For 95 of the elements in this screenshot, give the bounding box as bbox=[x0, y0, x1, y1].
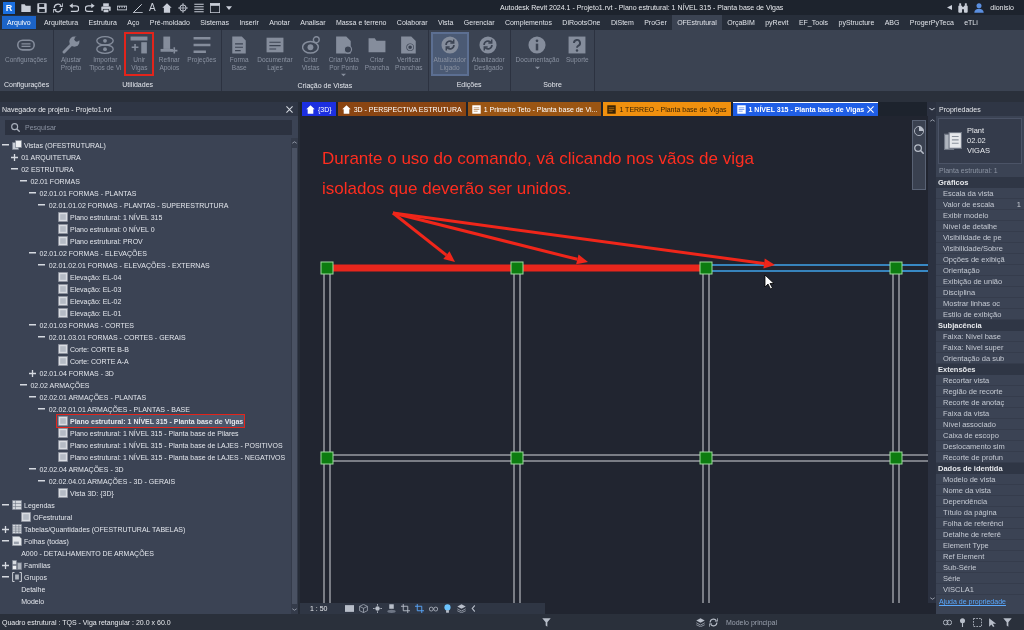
beam[interactable] bbox=[901, 264, 928, 272]
shadow-icon[interactable] bbox=[386, 604, 396, 613]
page-icon bbox=[58, 488, 68, 498]
annotation-text: Durante o uso do comando, vá clicando nos vãos de viga isolados que deverão ser unidos. bbox=[322, 148, 755, 200]
crop-icon[interactable] bbox=[400, 604, 410, 613]
tab-list-button[interactable] bbox=[927, 102, 936, 116]
chevron-up-icon[interactable] bbox=[929, 119, 935, 122]
column bbox=[510, 261, 524, 275]
close-icon[interactable] bbox=[286, 105, 293, 113]
column bbox=[699, 451, 713, 465]
target-icon[interactable] bbox=[177, 2, 188, 13]
beam-icon bbox=[130, 36, 149, 54]
chevron-down-icon[interactable] bbox=[928, 107, 935, 111]
column bbox=[889, 261, 903, 275]
help-icon bbox=[568, 36, 587, 54]
caret-left-icon[interactable] bbox=[947, 5, 953, 10]
sync-icon[interactable] bbox=[53, 2, 63, 13]
column bbox=[510, 451, 524, 465]
search-icon bbox=[11, 123, 20, 132]
page-icon bbox=[607, 104, 617, 114]
column bbox=[699, 261, 713, 275]
rectangle-icon[interactable] bbox=[344, 604, 354, 613]
stacked-pages-icon bbox=[12, 140, 22, 150]
bulb-icon[interactable] bbox=[442, 604, 452, 613]
refresh-icon bbox=[440, 36, 459, 54]
select-box-icon[interactable] bbox=[973, 617, 982, 627]
filter-icon[interactable] bbox=[1003, 617, 1012, 627]
undo-icon[interactable] bbox=[69, 2, 79, 13]
pillar-icon bbox=[160, 36, 179, 54]
chevron-left-icon[interactable] bbox=[470, 605, 476, 612]
sync-icon[interactable] bbox=[709, 617, 718, 627]
folder-icon[interactable] bbox=[21, 2, 31, 13]
ruler-icon[interactable] bbox=[117, 2, 127, 13]
capsule-icon bbox=[16, 36, 35, 54]
column bbox=[320, 261, 334, 275]
window-icon[interactable] bbox=[209, 2, 220, 13]
pages-icon bbox=[944, 132, 962, 150]
chain-icon[interactable] bbox=[943, 617, 952, 627]
expand-icon[interactable] bbox=[10, 153, 18, 161]
document-icon bbox=[230, 36, 249, 54]
chevron-up-icon[interactable] bbox=[292, 141, 297, 144]
house-icon bbox=[341, 104, 351, 114]
document-search-icon bbox=[399, 36, 418, 54]
app-logo[interactable]: R bbox=[3, 1, 15, 14]
caret-icon[interactable] bbox=[225, 4, 232, 11]
folder-icon bbox=[367, 36, 386, 54]
scrollbar[interactable] bbox=[928, 116, 936, 603]
wheel-icon[interactable] bbox=[914, 126, 924, 136]
cursor-icon[interactable] bbox=[988, 617, 997, 627]
column bbox=[320, 451, 334, 465]
house-icon bbox=[306, 104, 315, 114]
expand-icon[interactable] bbox=[29, 369, 37, 377]
home-icon[interactable] bbox=[161, 2, 172, 13]
beam[interactable] bbox=[711, 264, 891, 272]
user-icon[interactable] bbox=[974, 2, 985, 13]
save-icon[interactable] bbox=[37, 2, 47, 13]
chevron-down-icon[interactable] bbox=[929, 597, 935, 600]
text-tool-button[interactable]: A bbox=[149, 1, 156, 14]
cube-icon[interactable] bbox=[358, 604, 368, 613]
document-icon bbox=[334, 36, 353, 54]
refresh-icon bbox=[479, 36, 498, 54]
document-icon bbox=[265, 36, 284, 54]
page-icon bbox=[21, 512, 32, 522]
printer-icon[interactable] bbox=[101, 2, 111, 13]
layers-icon[interactable] bbox=[696, 617, 705, 627]
sun-icon[interactable] bbox=[372, 604, 382, 613]
angle-icon[interactable] bbox=[133, 2, 143, 13]
lines-icon bbox=[192, 36, 211, 54]
scrollbar[interactable] bbox=[291, 138, 298, 614]
filter-icon[interactable] bbox=[542, 617, 551, 627]
crop-icon[interactable] bbox=[414, 604, 424, 613]
navigation-bar[interactable] bbox=[912, 120, 926, 190]
expand-icon[interactable] bbox=[1, 561, 9, 569]
zoom-icon[interactable] bbox=[914, 144, 924, 154]
mouse-pointer-icon bbox=[764, 274, 775, 290]
redo-icon[interactable] bbox=[85, 2, 95, 13]
bracket-icon bbox=[12, 572, 22, 582]
pin-icon[interactable] bbox=[958, 617, 967, 627]
blocks-icon bbox=[12, 560, 22, 570]
sheet-icon bbox=[12, 536, 22, 546]
eye-icon bbox=[96, 36, 115, 54]
binoculars-icon[interactable] bbox=[958, 2, 969, 13]
layers-icon[interactable] bbox=[456, 604, 466, 613]
page-icon bbox=[471, 104, 481, 114]
list-icon[interactable] bbox=[193, 2, 204, 13]
table-icon bbox=[12, 524, 22, 534]
page-icon bbox=[736, 105, 746, 114]
chevron-down-icon[interactable] bbox=[292, 608, 297, 611]
glasses-icon[interactable] bbox=[428, 604, 438, 613]
eye-icon bbox=[301, 36, 320, 54]
info-icon bbox=[528, 36, 547, 54]
wrench-icon bbox=[62, 36, 81, 54]
expand-icon[interactable] bbox=[1, 525, 9, 533]
grid-icon bbox=[12, 500, 22, 510]
column bbox=[889, 451, 903, 465]
